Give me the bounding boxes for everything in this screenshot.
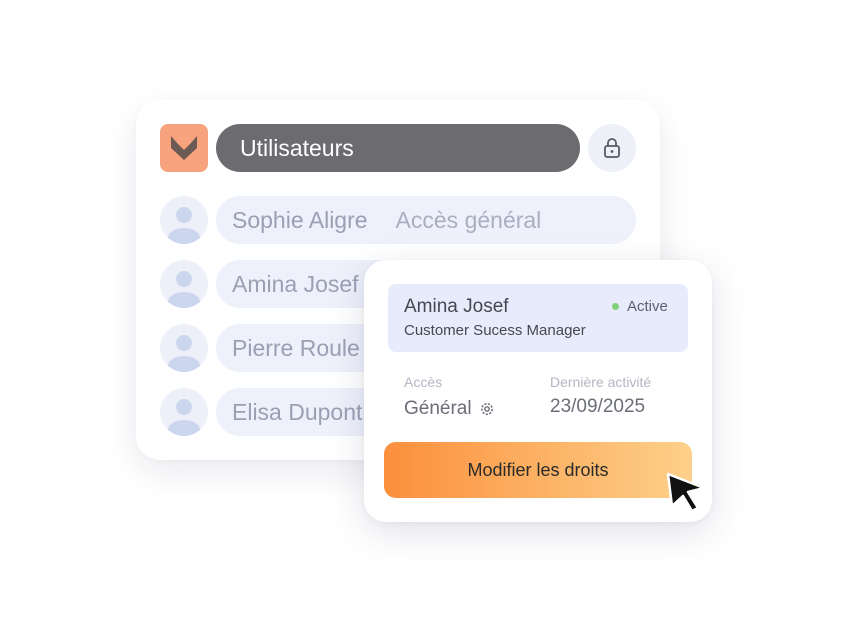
member-summary: [388, 284, 688, 352]
avatar: [160, 196, 208, 244]
last-activity-label: Dernière activité: [550, 374, 652, 390]
last-activity-value: 23/09/2025: [550, 396, 646, 417]
member-role: Customer Sucess Manager: [404, 322, 586, 339]
lock-icon: [604, 138, 620, 158]
user-icon: [168, 399, 200, 436]
avatar: [160, 388, 208, 436]
access-value: Général: [404, 398, 472, 419]
status-dot: [612, 303, 619, 310]
user-name: Pierre Roule: [232, 335, 360, 361]
user-name: Elisa Dupont: [232, 399, 363, 425]
member-name: Amina Josef: [404, 296, 509, 317]
list-item[interactable]: Sophie Aligre Accès général: [216, 196, 636, 244]
avatar: [160, 324, 208, 372]
modify-rights-button[interactable]: Modifier les droits: [384, 442, 692, 498]
lock-button[interactable]: [588, 124, 636, 172]
status-text: Active: [627, 298, 668, 315]
user-icon: [168, 271, 200, 308]
user-access: Accès général: [395, 207, 542, 233]
fox-logo: [160, 124, 208, 172]
page-title: Utilisateurs: [216, 124, 580, 172]
cursor-icon: [666, 472, 706, 513]
access-label: Accès: [404, 374, 443, 390]
user-name: Amina Josef: [232, 271, 359, 297]
user-icon: [168, 335, 200, 372]
user-icon: [168, 207, 200, 244]
user-name: Sophie Aligre: [232, 207, 368, 233]
status-badge: Active: [612, 298, 668, 315]
gear-icon[interactable]: [478, 400, 496, 418]
avatar: [160, 260, 208, 308]
